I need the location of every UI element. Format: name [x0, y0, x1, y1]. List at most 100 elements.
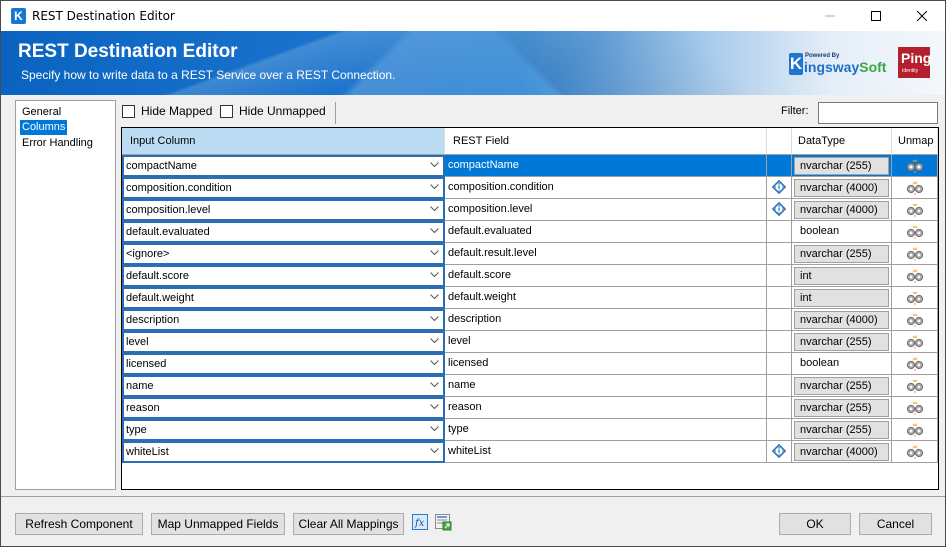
input-column-dropdown[interactable]: default.weight: [122, 287, 445, 309]
datatype-cell[interactable]: nvarchar (4000): [792, 199, 892, 221]
rest-field-cell[interactable]: default.weight: [445, 287, 767, 309]
unmap-cell[interactable]: [892, 419, 938, 441]
expression-button[interactable]: fx: [412, 514, 430, 532]
input-column-dropdown[interactable]: level: [122, 331, 445, 353]
chevron-down-icon[interactable]: [430, 206, 439, 212]
hide-unmapped-checkbox[interactable]: Hide Unmapped: [220, 104, 326, 118]
datatype-cell[interactable]: nvarchar (255): [792, 243, 892, 265]
datatype-cell[interactable]: nvarchar (255): [792, 331, 892, 353]
datatype-cell[interactable]: boolean: [792, 221, 892, 243]
unmap-cell[interactable]: [892, 221, 938, 243]
unmap-link-icon[interactable]: [905, 291, 925, 305]
mapping-table-button[interactable]: [435, 514, 453, 532]
unmap-cell[interactable]: [892, 243, 938, 265]
table-row[interactable]: composition.condition composition.conditi…: [122, 177, 938, 199]
input-column-dropdown[interactable]: compactName: [122, 155, 445, 177]
datatype-cell[interactable]: nvarchar (4000): [792, 177, 892, 199]
input-column-dropdown[interactable]: default.score: [122, 265, 445, 287]
datatype-cell[interactable]: nvarchar (4000): [792, 309, 892, 331]
unmap-cell[interactable]: [892, 397, 938, 419]
table-row[interactable]: <ignore> default.result.level nvarchar (25…: [122, 243, 938, 265]
input-column-dropdown[interactable]: name: [122, 375, 445, 397]
sidebar-item-error-handling[interactable]: Error Handling: [20, 136, 95, 151]
chevron-down-icon[interactable]: [430, 228, 439, 234]
rest-field-cell[interactable]: compactName: [445, 155, 767, 177]
unmap-cell[interactable]: [892, 177, 938, 199]
unmap-link-icon[interactable]: [905, 181, 925, 195]
rest-field-cell[interactable]: description: [445, 309, 767, 331]
rest-field-cell[interactable]: licensed: [445, 353, 767, 375]
map-unmapped-fields-button[interactable]: Map Unmapped Fields: [151, 513, 285, 535]
datatype-value[interactable]: nvarchar (4000): [794, 311, 889, 329]
table-row[interactable]: reason reason nvarchar (255): [122, 397, 938, 419]
unmap-cell[interactable]: [892, 441, 938, 463]
rest-field-cell[interactable]: default.evaluated: [445, 221, 767, 243]
clear-all-mappings-button[interactable]: Clear All Mappings: [293, 513, 404, 535]
input-column-dropdown[interactable]: whiteList: [122, 441, 445, 463]
datatype-value[interactable]: boolean: [794, 223, 889, 241]
datatype-value[interactable]: nvarchar (255): [794, 421, 889, 439]
unmap-link-icon[interactable]: [905, 357, 925, 371]
unmap-cell[interactable]: [892, 287, 938, 309]
header-rest-field[interactable]: REST Field: [445, 128, 767, 155]
unmap-cell[interactable]: [892, 199, 938, 221]
rest-field-cell[interactable]: composition.condition: [445, 177, 767, 199]
unmap-link-icon[interactable]: [905, 423, 925, 437]
datatype-cell[interactable]: int: [792, 287, 892, 309]
rest-field-cell[interactable]: whiteList: [445, 441, 767, 463]
cancel-button[interactable]: Cancel: [859, 513, 932, 535]
rest-field-cell[interactable]: composition.level: [445, 199, 767, 221]
unmap-link-icon[interactable]: [905, 401, 925, 415]
datatype-value[interactable]: nvarchar (255): [794, 157, 889, 175]
input-column-dropdown[interactable]: description: [122, 309, 445, 331]
table-row[interactable]: level level nvarchar (255): [122, 331, 938, 353]
unmap-link-icon[interactable]: [905, 225, 925, 239]
chevron-down-icon[interactable]: [430, 382, 439, 388]
sidebar-item-columns[interactable]: Columns: [20, 120, 68, 135]
datatype-value[interactable]: nvarchar (4000): [794, 179, 889, 197]
datatype-value[interactable]: int: [794, 267, 889, 285]
rest-field-cell[interactable]: name: [445, 375, 767, 397]
input-column-dropdown[interactable]: licensed: [122, 353, 445, 375]
hide-mapped-checkbox-box[interactable]: [122, 104, 135, 118]
chevron-down-icon[interactable]: [430, 162, 439, 168]
datatype-cell[interactable]: nvarchar (255): [792, 375, 892, 397]
table-row[interactable]: whiteList whiteList nvarchar (4000): [122, 441, 938, 463]
datatype-cell[interactable]: nvarchar (4000): [792, 441, 892, 463]
datatype-cell[interactable]: nvarchar (255): [792, 397, 892, 419]
table-row[interactable]: description description nvarchar (4000): [122, 309, 938, 331]
rest-field-cell[interactable]: default.result.level: [445, 243, 767, 265]
unmap-link-icon[interactable]: [905, 335, 925, 349]
unmap-cell[interactable]: [892, 155, 938, 177]
table-row[interactable]: default.weight default.weight int: [122, 287, 938, 309]
unmap-link-icon[interactable]: [905, 159, 925, 173]
datatype-cell[interactable]: int: [792, 265, 892, 287]
chevron-down-icon[interactable]: [430, 426, 439, 432]
chevron-down-icon[interactable]: [430, 184, 439, 190]
datatype-value[interactable]: boolean: [794, 355, 889, 373]
datatype-value[interactable]: nvarchar (255): [794, 333, 889, 351]
unmap-cell[interactable]: [892, 353, 938, 375]
sidebar-item-general[interactable]: General: [20, 105, 63, 120]
unmap-link-icon[interactable]: [905, 313, 925, 327]
chevron-down-icon[interactable]: [430, 294, 439, 300]
chevron-down-icon[interactable]: [430, 360, 439, 366]
chevron-down-icon[interactable]: [430, 448, 439, 454]
chevron-down-icon[interactable]: [430, 404, 439, 410]
unmap-cell[interactable]: [892, 375, 938, 397]
close-button[interactable]: [899, 1, 945, 31]
unmap-link-icon[interactable]: [905, 269, 925, 283]
table-row[interactable]: type type nvarchar (255): [122, 419, 938, 441]
input-column-dropdown[interactable]: composition.level: [122, 199, 445, 221]
datatype-cell[interactable]: nvarchar (255): [792, 419, 892, 441]
chevron-down-icon[interactable]: [430, 272, 439, 278]
hide-unmapped-checkbox-box[interactable]: [220, 104, 233, 118]
table-row[interactable]: default.score default.score int: [122, 265, 938, 287]
datatype-cell[interactable]: nvarchar (255): [792, 155, 892, 177]
table-row[interactable]: composition.level composition.level nvarch…: [122, 199, 938, 221]
table-row[interactable]: default.evaluated default.evaluated boolea…: [122, 221, 938, 243]
input-column-dropdown[interactable]: <ignore>: [122, 243, 445, 265]
header-input-column[interactable]: Input Column: [122, 128, 445, 155]
datatype-value[interactable]: nvarchar (255): [794, 245, 889, 263]
header-datatype[interactable]: DataType: [792, 128, 892, 155]
